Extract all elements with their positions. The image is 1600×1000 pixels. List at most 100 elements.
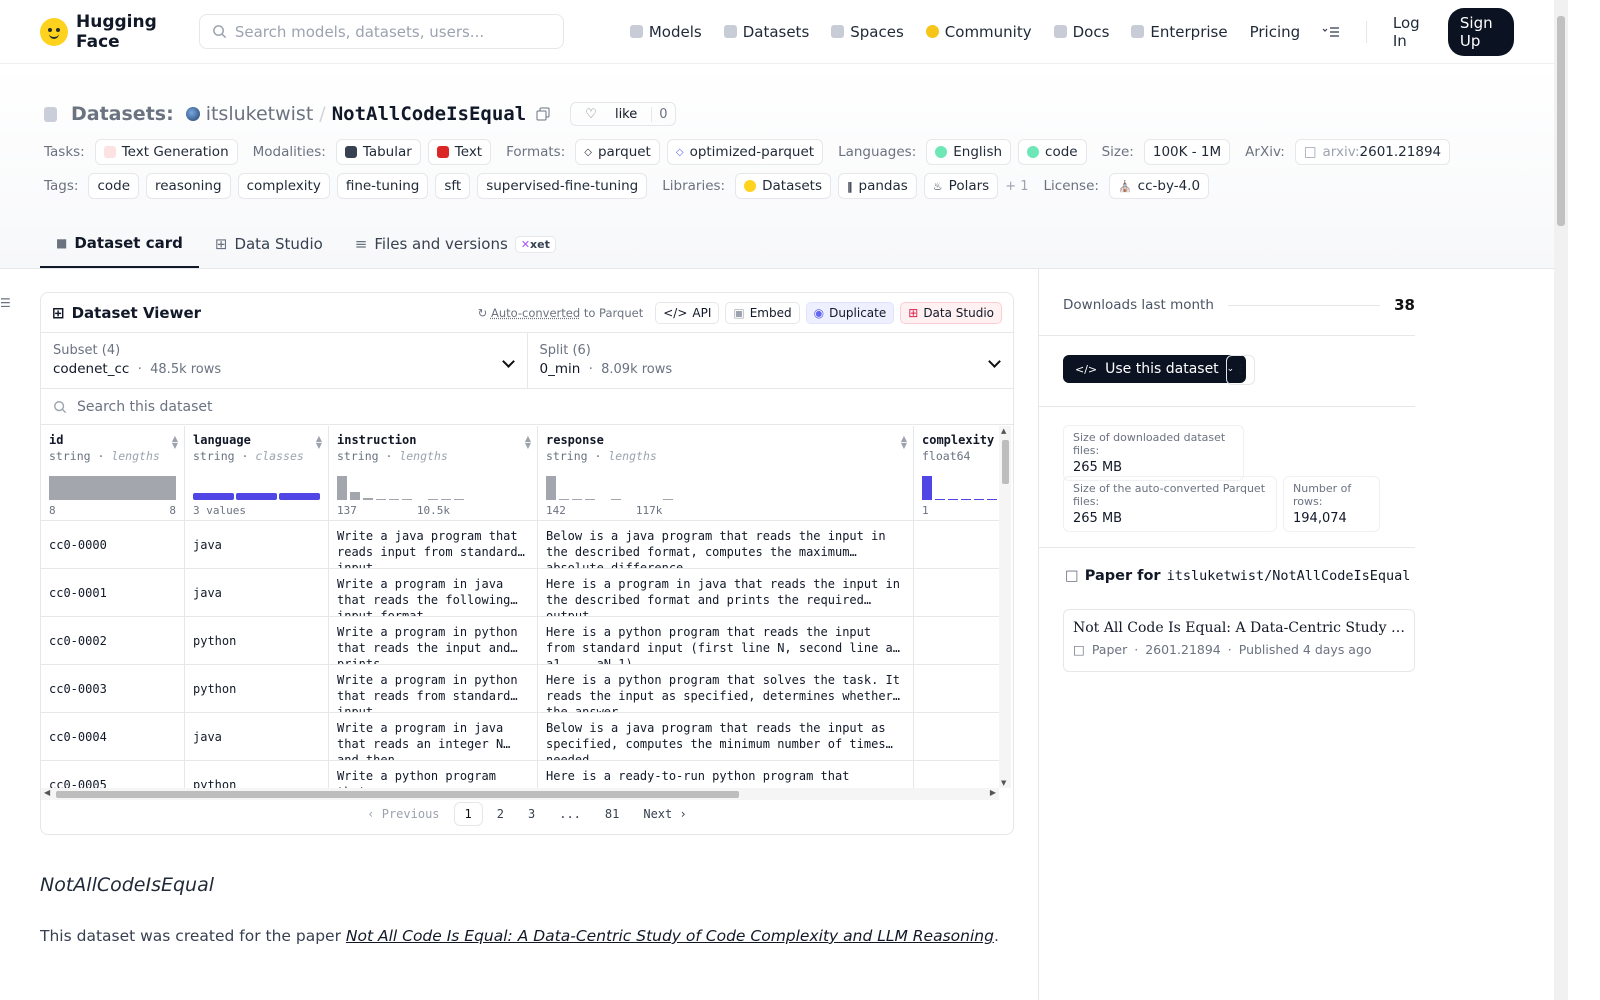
table-cell[interactable]: Here is a ready-to-run python program th… (538, 761, 913, 788)
table-cell[interactable]: Below is a java program that reads the i… (538, 713, 913, 761)
histogram-bar[interactable] (402, 499, 412, 500)
histogram-bar[interactable] (350, 492, 360, 500)
histogram-bar[interactable] (454, 499, 464, 500)
tab-data-studio[interactable]: ⊞ Data Studio (199, 220, 339, 268)
nav-more-menu[interactable] (1322, 26, 1340, 38)
tab-files-and-versions[interactable]: ≡ Files and versions ✕xet (339, 220, 572, 268)
table-cell[interactable]: cc0-0004 (41, 713, 184, 761)
section-link[interactable]: Datasets: (71, 103, 174, 125)
library-chip-pandas[interactable]: ‖ pandas (838, 173, 917, 199)
format-chip-optimized-parquet[interactable]: ◇ optimized-parquet (666, 139, 824, 165)
modality-chip-text[interactable]: Text (427, 139, 492, 165)
page-button[interactable]: 3 (518, 803, 545, 825)
paper-card[interactable]: Not All Code Is Equal: A Data-Centric St… (1063, 609, 1415, 672)
table-cell[interactable]: cc0-0005 (41, 761, 184, 789)
data-studio-button[interactable]: ⊞ Data Studio (900, 301, 1002, 324)
table-cell[interactable]: Below is a java program that reads the i… (538, 521, 913, 569)
global-search-input[interactable]: Search models, datasets, users... (198, 14, 564, 49)
tag-chip[interactable]: sft (435, 173, 471, 199)
table-cell[interactable]: Here is a python program that solves the… (538, 665, 913, 713)
api-button[interactable]: </> API (655, 301, 720, 324)
nav-spaces[interactable]: Spaces (831, 23, 904, 41)
library-chip-polars[interactable]: ♨ Polars (923, 173, 999, 199)
table-cell[interactable]: java (185, 713, 328, 761)
language-chip-english[interactable]: English (926, 139, 1012, 165)
histogram-bar[interactable] (922, 476, 932, 500)
subset-select[interactable]: Subset (4) codenet_cc · 48.5k rows (41, 333, 527, 388)
license-chip[interactable]: ⛪ cc-by-4.0 (1108, 173, 1210, 199)
duplicate-button[interactable]: ◉ Duplicate (805, 301, 895, 324)
use-this-dataset-button[interactable]: </> Use this dataset ⌄ (1063, 355, 1247, 383)
histogram-bar[interactable] (987, 499, 997, 500)
histogram-bar[interactable] (49, 476, 176, 500)
table-cell[interactable]: Here is a program in java that reads the… (538, 569, 913, 617)
table-cell[interactable]: Write a program in python that reads fro… (329, 665, 537, 713)
histogram-bar[interactable] (363, 498, 373, 500)
histogram-bar[interactable] (611, 499, 621, 500)
task-chip[interactable]: Text Generation (94, 139, 238, 165)
table-cell[interactable]: Write a program in python that reads the… (329, 617, 537, 665)
horizontal-scroll-thumb[interactable] (56, 791, 739, 798)
next-page-button[interactable]: Next › (633, 803, 696, 825)
histogram-bar[interactable] (948, 499, 958, 500)
page-button[interactable]: 81 (595, 803, 629, 825)
histogram-bar[interactable] (337, 476, 347, 500)
nav-pricing[interactable]: Pricing (1250, 23, 1301, 41)
table-cell[interactable] (914, 761, 999, 788)
like-button[interactable]: ♡ like 0 (570, 102, 676, 126)
nav-docs[interactable]: Docs (1053, 23, 1109, 41)
histogram-bar[interactable] (376, 499, 386, 500)
table-vertical-scrollbar[interactable]: ▲ ▼ (999, 426, 1011, 788)
scroll-up-arrow-icon[interactable]: ▲ (1001, 427, 1006, 435)
vertical-scroll-thumb[interactable] (1002, 440, 1009, 484)
nav-community[interactable]: Community (925, 23, 1032, 41)
nav-models[interactable]: Models (629, 23, 702, 41)
histogram-bar[interactable] (389, 499, 399, 500)
sort-icon[interactable]: ▲ ▼ (525, 435, 531, 450)
library-chip-datasets[interactable]: Datasets (735, 173, 832, 199)
table-cell[interactable]: java (185, 521, 328, 569)
column-header[interactable]: id string · lengths ▲ ▼ 88 (41, 426, 184, 521)
scroll-right-arrow-icon[interactable]: ▶ (990, 788, 996, 797)
column-header[interactable]: complexity float64 1 (914, 426, 999, 521)
column-header[interactable]: response string · lengths ▲ ▼ 142 117k (538, 426, 913, 521)
class-segment[interactable] (279, 493, 320, 500)
table-cell[interactable]: Write a program in java that reads the f… (329, 569, 537, 617)
sort-icon[interactable]: ▲ ▼ (316, 435, 322, 450)
page-scrollbar[interactable] (1554, 0, 1568, 1000)
more-options-button[interactable]: ⋮ (1226, 355, 1255, 385)
table-cell[interactable]: python (185, 665, 328, 713)
scroll-left-arrow-icon[interactable]: ◀ (44, 788, 50, 797)
table-cell[interactable] (914, 713, 999, 761)
sidebar-toggle-icon[interactable]: ☰ (0, 296, 11, 310)
histogram-bar[interactable] (572, 499, 582, 500)
login-link[interactable]: Log In (1393, 14, 1426, 50)
signup-button[interactable]: Sign Up (1447, 7, 1514, 56)
column-header[interactable]: instruction string · lengths ▲ ▼ 137 10.5k (329, 426, 537, 521)
table-cell[interactable]: Write a python program that (329, 761, 537, 788)
histogram-bar[interactable] (663, 499, 673, 500)
tag-chip[interactable]: fine-tuning (336, 173, 429, 199)
modality-chip-tabular[interactable]: Tabular (335, 139, 421, 165)
table-cell[interactable]: cc0-0003 (41, 665, 184, 713)
histogram-bar[interactable] (974, 499, 984, 500)
format-chip-parquet[interactable]: ◇ parquet (575, 139, 660, 165)
page-button[interactable]: 2 (487, 803, 514, 825)
copy-icon[interactable] (536, 107, 550, 121)
histogram-bar[interactable] (961, 499, 971, 500)
split-select[interactable]: Split (6) 0_min · 8.09k rows (526, 333, 1014, 388)
dataset-search-input[interactable]: Search this dataset (41, 389, 1013, 425)
class-segment[interactable] (193, 493, 234, 500)
page-button[interactable]: 1 (453, 802, 483, 826)
table-cell[interactable]: cc0-0000 (41, 521, 184, 569)
page-scroll-thumb[interactable] (1557, 16, 1565, 226)
sort-icon[interactable]: ▲ ▼ (172, 435, 178, 450)
histogram-bar[interactable] (441, 499, 451, 500)
table-cell[interactable] (914, 569, 999, 617)
tag-chip[interactable]: code (88, 173, 139, 199)
table-horizontal-scrollbar[interactable]: ◀ ▶ (41, 788, 999, 800)
nav-enterprise[interactable]: Enterprise (1131, 23, 1228, 41)
class-segment[interactable] (236, 493, 277, 500)
dataset-name[interactable]: NotAllCodeIsEqual (332, 103, 526, 125)
owner-link[interactable]: itsluketwist (206, 103, 314, 125)
